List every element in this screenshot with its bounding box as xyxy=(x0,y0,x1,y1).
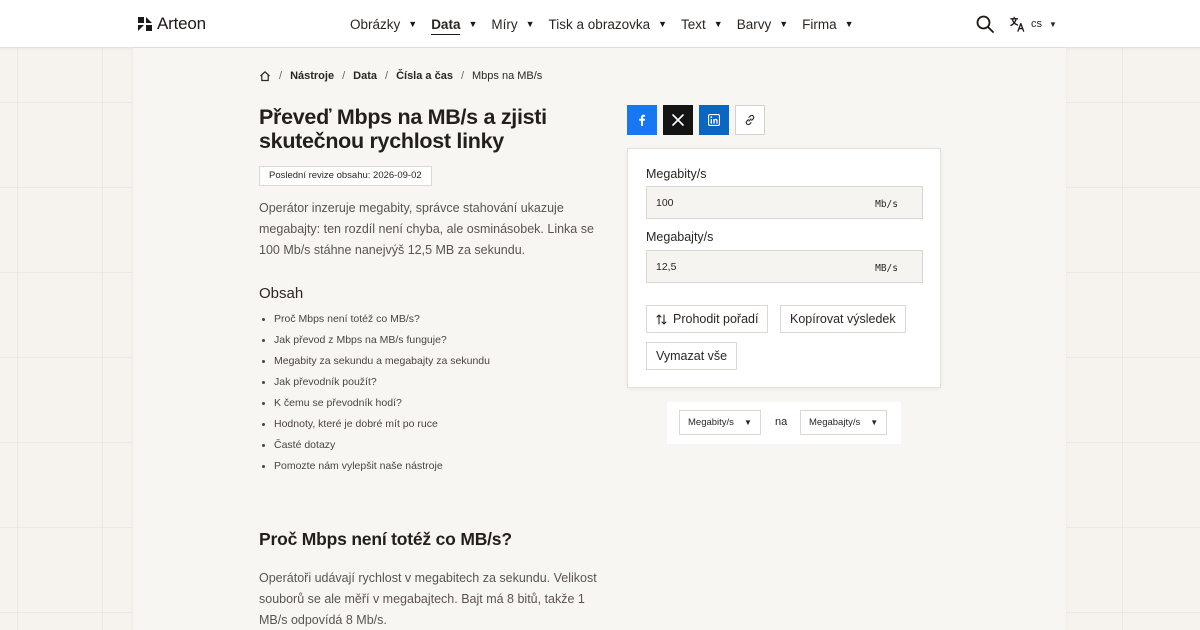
chevron-down-icon: ▼ xyxy=(1049,19,1057,29)
chevron-down-icon: ▼ xyxy=(525,19,535,29)
copy-result-button[interactable]: Kopírovat výsledek xyxy=(780,305,906,333)
search-icon xyxy=(976,15,994,33)
revision-badge: Poslední revize obsahu: 2026-09-02 xyxy=(259,166,432,186)
chevron-down-icon: ▼ xyxy=(468,19,478,29)
logo-mark-icon xyxy=(138,17,152,31)
table-of-contents: Proč Mbps není totéž co MB/s? Jak převod… xyxy=(274,311,490,479)
page-title: Převeď Mbps na MB/s a zjisti skutečnou r… xyxy=(259,105,547,153)
chevron-down-icon: ▼ xyxy=(658,19,668,29)
chevron-down-icon: ▼ xyxy=(743,418,752,427)
toc-item[interactable]: Jak převodník použít? xyxy=(274,374,490,395)
brand-logo[interactable]: Arteon xyxy=(137,14,206,34)
megabytes-input[interactable] xyxy=(647,251,857,282)
to-unit-select[interactable]: Megabajty/s ▼ xyxy=(800,410,888,435)
copy-link-button[interactable] xyxy=(735,105,765,135)
to-unit-select-value: Megabajty/s xyxy=(809,417,861,428)
translate-icon xyxy=(1010,16,1025,32)
toc-item[interactable]: K čemu se převodník hodí? xyxy=(274,395,490,416)
from-unit-select[interactable]: Megabity/s ▼ xyxy=(679,410,761,435)
breadcrumb-current: Mbps na MB/s xyxy=(472,70,543,82)
nav-item-data[interactable]: Data ▼ xyxy=(431,0,477,48)
toc-heading: Obsah xyxy=(259,285,304,302)
breadcrumb-separator: / xyxy=(279,70,283,82)
intro-paragraph: Operátor inzeruje megabity, správce stah… xyxy=(259,201,594,257)
nav-item-barvy[interactable]: Barvy ▼ xyxy=(737,0,788,48)
swap-button-label: Prohodit pořadí xyxy=(673,312,759,326)
section-paragraph: Operátoři udávají rychlost v megabitech … xyxy=(259,571,597,627)
from-field: Mb/s xyxy=(646,186,923,219)
facebook-icon xyxy=(639,114,646,126)
nav-label: Firma xyxy=(802,16,837,32)
breadcrumb-separator: / xyxy=(342,70,346,82)
nav-item-miry[interactable]: Míry ▼ xyxy=(491,0,534,48)
nav-label: Barvy xyxy=(736,16,772,32)
breadcrumb-link-nastroje[interactable]: Nástroje xyxy=(290,70,334,82)
from-unit-select-value: Megabity/s xyxy=(688,417,734,428)
chevron-down-icon: ▼ xyxy=(713,19,723,29)
nav-item-tisk-a-obrazovka[interactable]: Tisk a obrazovka ▼ xyxy=(549,0,667,48)
link-icon xyxy=(745,114,755,126)
language-switcher[interactable]: cs ▼ xyxy=(1009,14,1057,34)
unit-connector: na xyxy=(775,416,788,428)
breadcrumb: / Nástroje / Data / Čísla a čas / Mbps n… xyxy=(259,68,542,84)
main-nav: Obrázky ▼ Data ▼ Míry ▼ Tisk a obrazovka ▼ T… xyxy=(350,0,868,48)
toc-item[interactable]: Proč Mbps není totéž co MB/s? xyxy=(274,311,490,332)
toc-item[interactable]: Hodnoty, které je dobré mít po ruce xyxy=(274,416,490,437)
swap-arrows-icon xyxy=(656,313,667,325)
to-field: MB/s xyxy=(646,250,923,283)
nav-label: Míry xyxy=(491,16,518,32)
chevron-down-icon: ▼ xyxy=(779,19,789,29)
nav-item-text[interactable]: Text ▼ xyxy=(681,0,723,48)
swap-button[interactable]: Prohodit pořadí xyxy=(646,305,769,333)
clear-all-button[interactable]: Vymazat vše xyxy=(646,342,738,370)
linkedin-icon xyxy=(708,114,720,126)
breadcrumb-link-cisla-a-cas[interactable]: Čísla a čas xyxy=(396,70,453,82)
chevron-down-icon: ▼ xyxy=(408,19,418,29)
toc-item[interactable]: Jak převod z Mbps na MB/s funguje? xyxy=(274,332,490,353)
from-unit: Mb/s xyxy=(875,199,898,210)
share-x-button[interactable] xyxy=(663,105,693,135)
breadcrumb-link-data[interactable]: Data xyxy=(353,70,377,82)
section-heading: Proč Mbps není totéž co MB/s? xyxy=(259,529,512,549)
breadcrumb-separator: / xyxy=(385,70,389,82)
nav-item-obrazky[interactable]: Obrázky ▼ xyxy=(350,0,417,48)
to-unit: MB/s xyxy=(875,263,898,274)
chevron-down-icon: ▼ xyxy=(870,418,879,427)
top-navigation-bar: Arteon Obrázky ▼ Data ▼ Míry ▼ Tisk a obraz… xyxy=(0,0,1200,48)
share-facebook-button[interactable] xyxy=(627,105,657,135)
language-code: cs xyxy=(1031,18,1042,30)
nav-item-firma[interactable]: Firma ▼ xyxy=(802,0,853,48)
megabits-input[interactable] xyxy=(647,187,857,218)
to-field-label: Megabajty/s xyxy=(646,230,714,244)
brand-name: Arteon xyxy=(157,14,206,33)
breadcrumb-separator: / xyxy=(460,70,464,82)
toc-item[interactable]: Časté dotazy xyxy=(274,437,490,458)
x-icon xyxy=(672,114,684,126)
search-button[interactable] xyxy=(975,14,995,34)
nav-label: Data xyxy=(431,17,461,35)
chevron-down-icon: ▼ xyxy=(844,19,854,29)
home-icon[interactable] xyxy=(259,70,271,82)
nav-label: Obrázky xyxy=(350,16,401,32)
toc-item[interactable]: Megabity za sekundu a megabajty za sekun… xyxy=(274,353,490,374)
from-field-label: Megabity/s xyxy=(646,167,707,181)
toc-item[interactable]: Pomozte nám vylepšit naše nástroje xyxy=(274,458,490,479)
share-linkedin-button[interactable] xyxy=(699,105,729,135)
nav-label: Tisk a obrazovka xyxy=(548,16,651,32)
nav-label: Text xyxy=(681,16,706,32)
